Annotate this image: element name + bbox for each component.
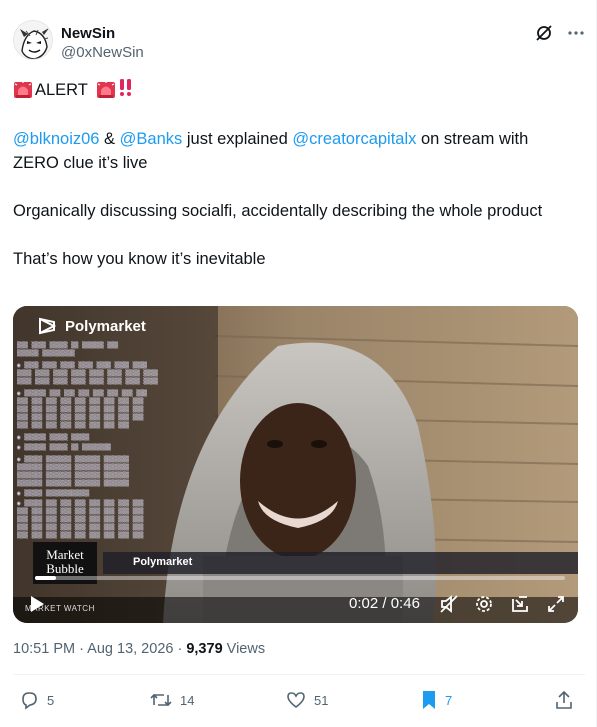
settings-icon[interactable] bbox=[474, 594, 494, 619]
bookmark-icon bbox=[423, 691, 435, 709]
text-fragment: & bbox=[99, 130, 120, 148]
video-time-total: 0:46 bbox=[390, 595, 420, 612]
mute-icon[interactable] bbox=[439, 594, 459, 619]
video-time-separator: / bbox=[378, 595, 391, 612]
police-light-icon bbox=[13, 80, 33, 100]
mention-link[interactable]: @Banks bbox=[120, 130, 183, 148]
tweet-paragraph-1: @blknoiz06 & @Banks just explained @crea… bbox=[13, 127, 578, 175]
reply-icon bbox=[22, 692, 37, 710]
fullscreen-icon[interactable] bbox=[546, 594, 566, 619]
repost-button[interactable]: 14 bbox=[150, 690, 194, 710]
like-count: 51 bbox=[314, 692, 329, 708]
tweet-text: ALERT @blknoiz06 & @Banks just explained… bbox=[13, 78, 578, 271]
double-exclamation-icon bbox=[118, 77, 134, 104]
display-name[interactable]: NewSin bbox=[61, 25, 115, 42]
reply-count: 5 bbox=[47, 692, 55, 708]
meta-separator: · bbox=[75, 641, 88, 657]
pip-icon[interactable] bbox=[510, 594, 530, 619]
video-progress-fill bbox=[35, 576, 57, 580]
like-button[interactable]: 51 bbox=[286, 690, 328, 710]
repost-icon bbox=[150, 693, 172, 707]
divider bbox=[13, 674, 585, 675]
views-label: Views bbox=[222, 641, 266, 657]
polymarket-logo-text: Polymarket bbox=[65, 317, 146, 335]
tweet-header: NewSin @0xNewSin bbox=[13, 18, 585, 66]
tweet-date[interactable]: Aug 13, 2026 bbox=[87, 641, 173, 657]
play-icon[interactable] bbox=[29, 595, 45, 618]
mention-link[interactable]: @blknoiz06 bbox=[13, 130, 99, 148]
police-light-icon bbox=[96, 80, 116, 100]
video-controls: 0:02 / 0:46 bbox=[13, 591, 578, 615]
user-handle[interactable]: @0xNewSin bbox=[61, 44, 144, 61]
repost-count: 14 bbox=[180, 692, 195, 708]
video-player[interactable]: Polymarket ▒▒▒ ▒▒▒▒ ▒▒▒▒▒ ▒▒ ▒▒▒▒▒▒ ▒▒▒ … bbox=[13, 306, 578, 623]
action-bar: 5 14 51 7 bbox=[13, 688, 578, 714]
bookmark-button[interactable]: 7 bbox=[421, 690, 452, 710]
heart-icon bbox=[287, 692, 305, 709]
alert-text: ALERT bbox=[35, 81, 88, 99]
reply-button[interactable]: 5 bbox=[19, 690, 54, 710]
bookmark-count: 7 bbox=[445, 692, 453, 708]
meta-separator: · bbox=[173, 641, 187, 657]
polymarket-logo-icon bbox=[39, 317, 57, 335]
video-time: 0:02 / 0:46 bbox=[349, 595, 420, 612]
tweet-paragraph-3: That’s how you know it’s inevitable bbox=[13, 250, 266, 268]
mention-link[interactable]: @creatorcapitalx bbox=[292, 130, 416, 148]
tweet-meta: 10:51 PM · Aug 13, 2026 · 9,379 Views bbox=[13, 641, 265, 657]
video-time-current: 0:02 bbox=[349, 595, 379, 612]
share-button[interactable] bbox=[554, 690, 574, 710]
polymarket-logo: Polymarket bbox=[37, 316, 146, 336]
alert-line: ALERT bbox=[13, 78, 578, 102]
lower-third-brand: Polymarket bbox=[133, 556, 193, 568]
grok-icon[interactable] bbox=[535, 24, 553, 42]
header-actions bbox=[535, 24, 585, 42]
share-icon bbox=[556, 690, 572, 709]
video-progress-bar[interactable] bbox=[35, 576, 565, 580]
views-count: 9,379 bbox=[186, 641, 223, 657]
text-fragment: just explained bbox=[182, 130, 293, 148]
tweet-paragraph-2: Organically discussing socialfi, acciden… bbox=[13, 202, 543, 220]
more-icon[interactable] bbox=[567, 24, 585, 42]
tweet-time[interactable]: 10:51 PM bbox=[13, 641, 75, 657]
avatar[interactable] bbox=[13, 20, 53, 60]
